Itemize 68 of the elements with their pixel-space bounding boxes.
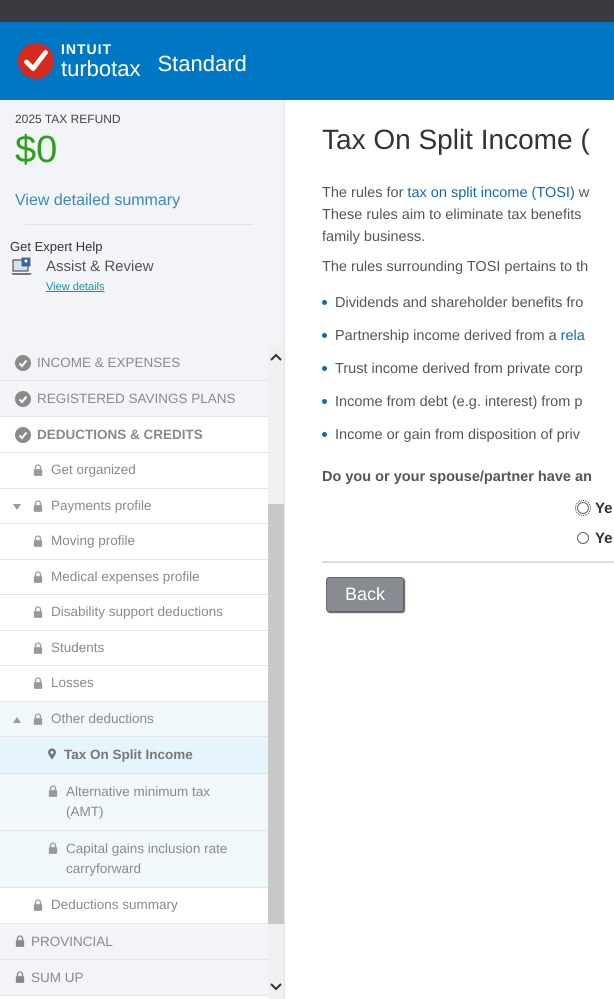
nav-item[interactable]: Students <box>0 630 268 666</box>
lock-icon <box>48 785 58 797</box>
help-title: Get Expert Help <box>10 238 102 254</box>
tosi-link[interactable]: tax on split income (TOSI) <box>407 185 575 201</box>
radio-button[interactable] <box>577 502 589 514</box>
lock-icon <box>33 677 43 690</box>
scroll-up-icon[interactable] <box>270 353 282 361</box>
nav-section[interactable]: REGISTERED SAVINGS PLANS <box>0 381 268 417</box>
check-circle-icon <box>15 354 31 370</box>
lock-icon <box>15 971 25 983</box>
question-text: Do you or your spouse/partner have an <box>322 469 593 485</box>
product-name: turbotax <box>61 58 140 80</box>
nav-item[interactable]: Capital gains inclusion rate carryforward <box>0 831 268 888</box>
nav-item[interactable]: Tax On Split Income <box>0 737 268 774</box>
brand-name: INTUIT <box>61 42 114 56</box>
nav-item[interactable]: Medical expenses profile <box>0 560 268 595</box>
nav-section[interactable]: SUM UP <box>0 960 268 996</box>
check-circle-icon <box>15 390 31 406</box>
nav-item[interactable]: Moving profile <box>0 524 268 560</box>
nav-section[interactable]: PROVINCIAL <box>0 924 268 960</box>
page-title: Tax On Split Income ( <box>322 124 591 156</box>
nav-item[interactable]: Alternative minimum tax (AMT) <box>0 774 268 831</box>
related-link[interactable]: rela <box>560 328 585 344</box>
check-circle-icon <box>15 426 31 442</box>
bullet-text: Trust income derived from private corp <box>335 360 583 376</box>
refund-label: 2025 TAX REFUND <box>15 112 121 126</box>
details-link[interactable]: View details <box>46 280 104 293</box>
nav-item[interactable]: Payments profile <box>0 488 268 524</box>
bullet-icon <box>322 399 327 404</box>
nav-item[interactable]: Other deductions <box>0 702 268 737</box>
lock-icon <box>33 464 43 476</box>
edition-label: Standard <box>158 51 247 77</box>
refund-amount: $0 <box>15 130 58 172</box>
lock-icon <box>33 899 43 912</box>
bullet-text: Income or gain from disposition of priv <box>335 426 580 442</box>
caret-icon <box>13 716 21 722</box>
scroll-down-icon[interactable] <box>270 983 282 991</box>
back-button[interactable]: Back <box>326 577 404 612</box>
bullet-icon <box>322 333 327 338</box>
bullet-icon <box>322 432 327 437</box>
laptop-person-icon <box>10 256 34 277</box>
intro-paragraph: The rules for tax on split income (TOSI) w These rules aim to eliminate tax benefits family business. <box>322 184 590 247</box>
summary-link[interactable]: View detailed summary <box>15 192 180 210</box>
bullet-text: Dividends and shareholder benefits fro <box>335 294 584 310</box>
nav-item[interactable]: Disability support deductions <box>0 595 268 630</box>
scrollbar-thumb[interactable] <box>268 504 284 924</box>
checkmark-logo-icon <box>17 42 55 80</box>
lead-text: The rules surrounding TOSI pertains to th <box>322 258 590 277</box>
radio-button[interactable] <box>577 532 589 544</box>
caret-icon <box>13 504 21 510</box>
bullet-text: Income from debt (e.g. interest) from p <box>335 394 582 410</box>
lock-icon <box>15 935 25 947</box>
lock-icon <box>48 842 58 854</box>
lock-icon <box>33 570 43 583</box>
location-pin-icon <box>48 748 56 760</box>
lock-icon <box>33 712 43 725</box>
lock-icon <box>33 535 43 548</box>
lock-icon <box>33 606 43 618</box>
bullet-icon <box>322 366 327 371</box>
lock-icon <box>33 500 43 512</box>
option-label: Ye <box>595 530 613 546</box>
option-label: Ye <box>595 500 613 516</box>
service-name: Assist & Review <box>46 258 154 276</box>
bullet-icon <box>322 300 327 305</box>
nav-item[interactable]: Get organized <box>0 453 268 488</box>
lock-icon <box>33 642 43 654</box>
bullet-text: Partnership income derived from a rela <box>335 328 585 344</box>
nav-section[interactable]: INCOME & EXPENSES <box>0 345 268 381</box>
